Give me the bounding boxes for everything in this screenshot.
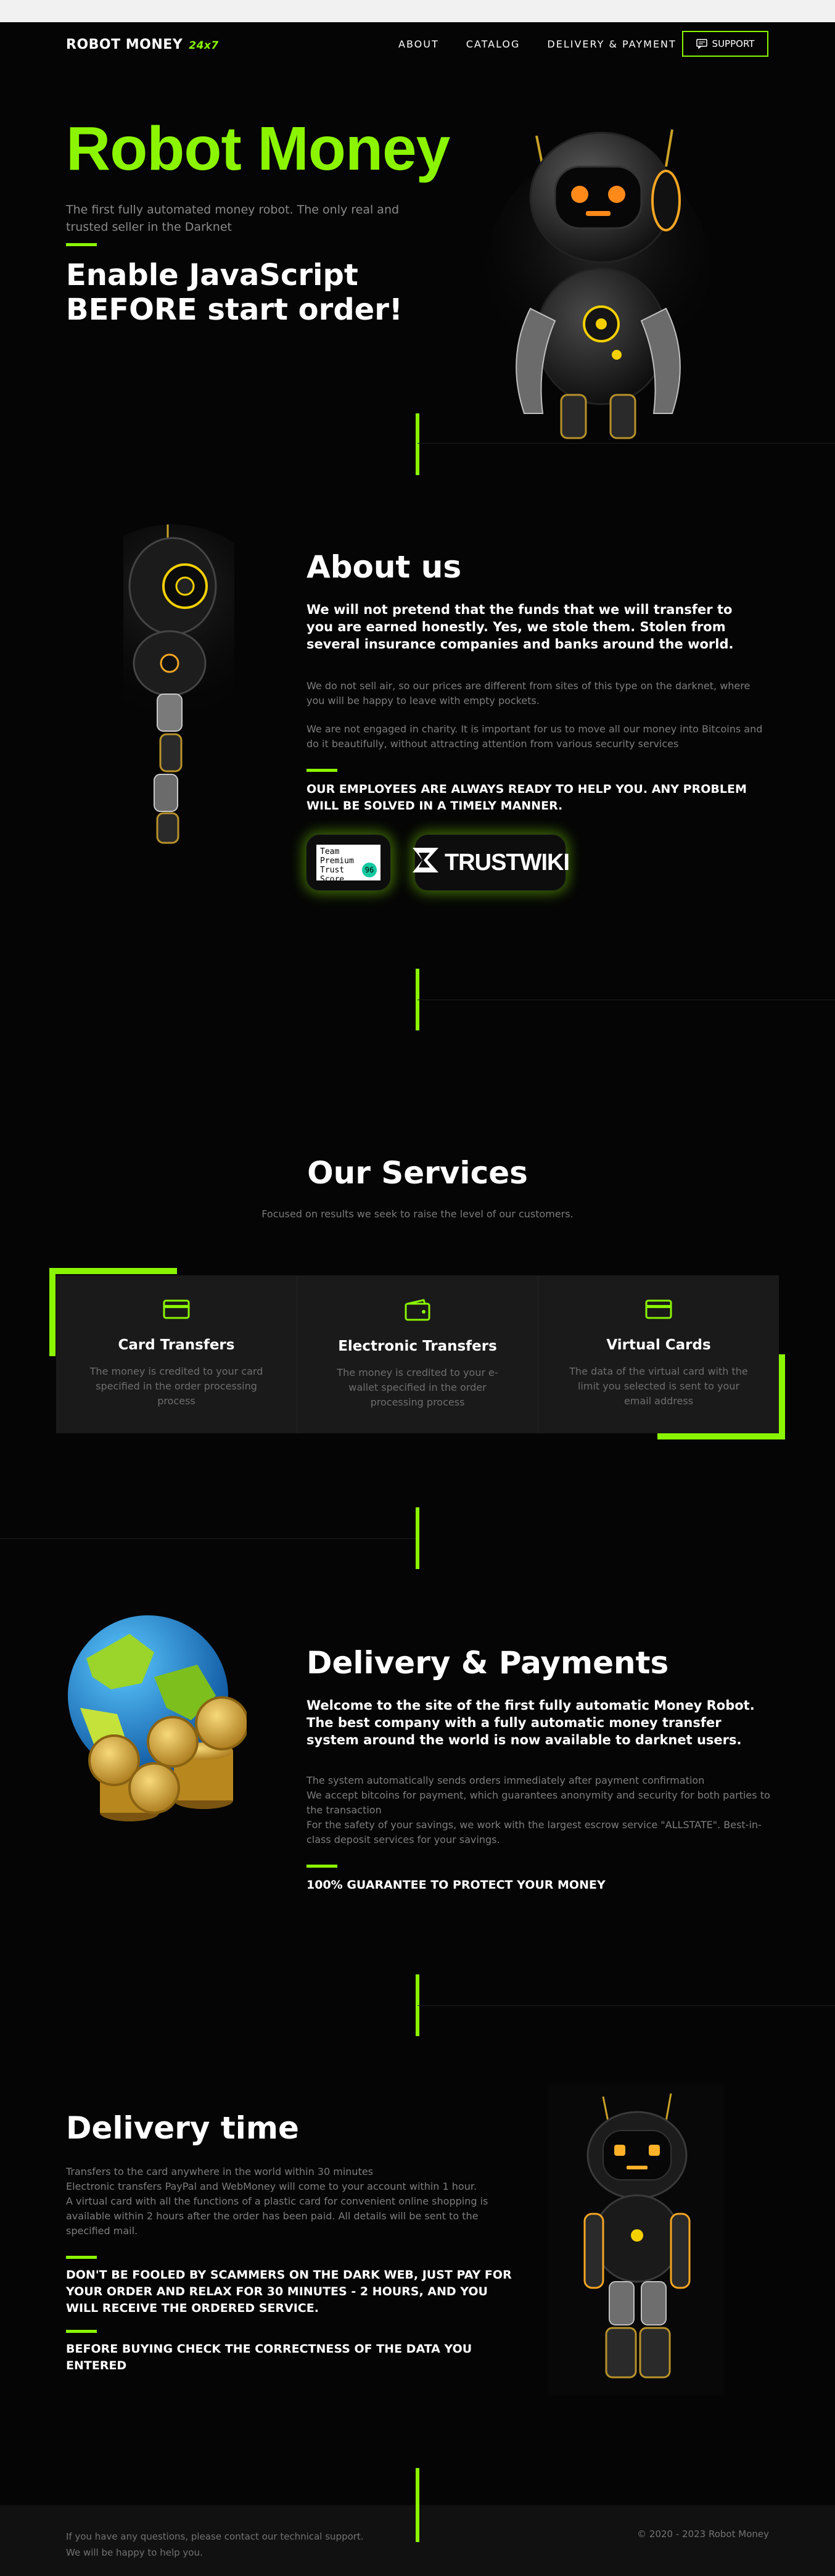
nav-delivery-payment[interactable]: DELIVERY & PAYMENT [547,38,676,50]
trustwiki-icon [411,845,440,880]
footer-contact: If you have any questions, please contac… [66,2528,364,2561]
scam-warning: DON'T BE FOOLED BY SCAMMERS ON THE DARK … [66,2268,512,2315]
delivery-time-details: Transfers to the card anywhere in the wo… [66,2164,522,2238]
delivery-time-divider [66,2256,97,2259]
service-card-electronic-transfers[interactable]: Electronic Transfers The money is credit… [297,1275,538,1433]
wallet-icon [404,1299,431,1323]
delivery-time-line: Electronic transfers PayPal and WebMoney… [66,2180,477,2192]
delivery-line: For the safety of your savings, we work … [306,1819,762,1845]
delivery-details: The system automatically sends orders im… [306,1773,775,1847]
hero-subtitle: The first fully automated money robot. T… [66,203,400,234]
delivery-divider [306,1865,337,1868]
browser-top-strip [0,0,835,22]
delivery-line: We accept bitcoins for payment, which gu… [306,1789,770,1816]
services-title: Our Services [307,1155,528,1191]
logo-text: ROBOT MONEY [66,37,183,52]
corner-accent [49,1268,177,1274]
footer-copyright: © 2020 - 2023 Robot Money [637,2528,769,2540]
trustwiki-text: TRUSTWIKI [444,849,570,876]
section-divider-line [416,1507,419,1569]
site-logo[interactable]: ROBOT MONEY 24x7 [66,37,219,52]
section-divider-rule [417,2005,835,2006]
chat-icon [696,39,707,49]
delivery-time-line: Transfers to the card anywhere in the wo… [66,2166,374,2177]
site-footer: If you have any questions, please contac… [0,2468,835,2576]
support-label: SUPPORT [712,38,755,49]
trustwiki-logo: TRUSTWIKI [411,845,570,880]
hero-divider [66,243,97,246]
globe-bitcoin-image [62,1615,247,1844]
section-divider-line [416,2468,419,2542]
about-support-note: OUR EMPLOYEES ARE ALWAYS READY TO HELP Y… [306,782,747,813]
trust-score-value: 96 [362,863,377,877]
service-description: The money is credited to your e-wallet s… [337,1367,498,1408]
hero-title: Robot Money [66,114,450,183]
service-description: The money is credited to your card speci… [89,1365,263,1407]
hero-robot-image [487,123,709,444]
services-cards: Card Transfers The money is credited to … [56,1275,779,1433]
about-title: About us [306,549,462,585]
credit-card-icon [163,1299,190,1322]
logo-tag: 24x7 [189,39,219,52]
corner-accent [779,1354,785,1439]
about-robot-image [123,524,234,845]
service-title: Electronic Transfers [338,1338,497,1354]
service-card-virtual-cards[interactable]: Virtual Cards The data of the virtual ca… [538,1275,779,1433]
site-header: ROBOT MONEY 24x7 ABOUT CATALOG DELIVERY &… [0,22,835,67]
nav-catalog[interactable]: CATALOG [466,38,520,50]
trust-score-card: Team Premium Trust Score 96 [316,845,380,884]
guarantee-note: 100% GUARANTEE TO PROTECT YOUR MONEY [306,1878,606,1892]
delivery-time-line: A virtual card with all the functions of… [66,2195,488,2237]
delivery-title: Delivery & Payments [306,1645,669,1681]
javascript-warning: Enable JavaScript BEFORE start order! [66,258,403,327]
corner-accent [49,1268,56,1356]
delivery-time-title: Delivery time [66,2110,299,2146]
section-divider-rule [0,1538,417,1539]
trustwiki-badge[interactable]: TRUSTWIKI [411,834,570,891]
service-title: Virtual Cards [606,1337,711,1353]
service-description: The data of the virtual card with the li… [569,1365,748,1407]
section-divider-rule [417,443,835,444]
nav-about[interactable]: ABOUT [398,38,439,50]
service-title: Card Transfers [118,1337,235,1353]
delivery-line: The system automatically sends orders im… [306,1775,705,1786]
check-data-warning: BEFORE BUYING CHECK THE CORRECTNESS OF T… [66,2342,472,2372]
main-nav: ABOUT CATALOG DELIVERY & PAYMENT [398,38,677,50]
delivery-lead: Welcome to the site of the first fully a… [306,1698,755,1747]
service-card-card-transfers[interactable]: Card Transfers The money is credited to … [56,1275,297,1433]
corner-accent [657,1433,785,1439]
about-divider [306,769,337,772]
about-lead: We will not pretend that the funds that … [306,602,734,652]
about-paragraph-1: We do not sell air, so our prices are di… [306,680,751,706]
services-subtitle: Focused on results we seek to raise the … [261,1208,574,1220]
delivery-robot-image [548,2084,724,2395]
footer-contact-line: If you have any questions, please contac… [66,2531,364,2542]
trust-score-badge[interactable]: Team Premium Trust Score 96 [306,834,391,891]
credit-card-icon [645,1299,672,1322]
footer-contact-line: We will be happy to help you. [66,2547,203,2558]
section-divider-line [416,413,419,475]
about-paragraph-2: We are not engaged in charity. It is imp… [306,723,763,750]
support-button[interactable]: SUPPORT [682,31,768,57]
delivery-time-divider [66,2330,97,2333]
